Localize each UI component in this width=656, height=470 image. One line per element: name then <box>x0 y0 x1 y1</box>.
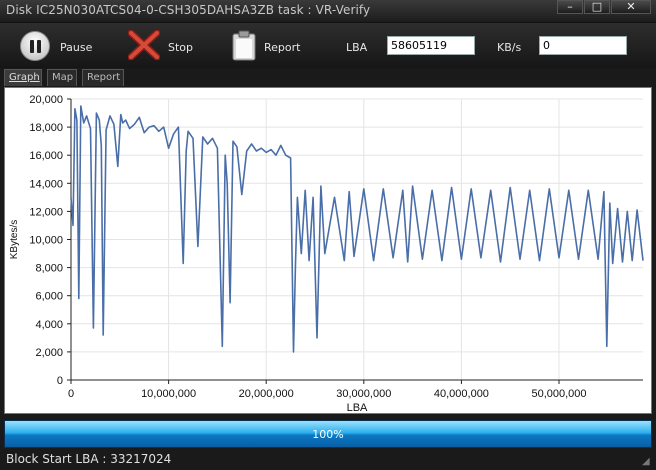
x-axis-label: LBA <box>347 402 368 413</box>
y-tick-label: 0 <box>57 375 63 387</box>
x-tick-label: 10,000,000 <box>141 388 196 400</box>
series-line <box>70 105 644 353</box>
y-tick-label: 4,000 <box>35 319 63 331</box>
y-tick-label: 2,000 <box>35 347 63 359</box>
lba-label: LBA <box>346 41 368 54</box>
x-tick-label: 30,000,000 <box>336 388 391 400</box>
pause-button-label[interactable]: Pause <box>60 41 92 54</box>
x-tick-label: 20,000,000 <box>239 388 294 400</box>
maximize-button[interactable]: □ <box>584 0 610 14</box>
minimize-button[interactable]: – <box>557 0 583 14</box>
y-tick-label: 16,000 <box>29 150 63 162</box>
progress-bar: 100% <box>4 420 652 448</box>
y-tick-label: 8,000 <box>35 263 63 275</box>
stop-button-label[interactable]: Stop <box>168 41 193 54</box>
tab-graph[interactable]: Graph <box>4 69 42 86</box>
x-tick-label: 50,000,000 <box>531 388 586 400</box>
y-tick-label: 14,000 <box>29 178 63 190</box>
y-tick-label: 12,000 <box>29 206 63 218</box>
y-tick-label: 20,000 <box>29 94 63 106</box>
lba-field[interactable]: 58605119 <box>387 36 475 55</box>
window-title: Disk IC25N030ATCS04-0-CSH305DAHSA3ZB tas… <box>6 3 371 17</box>
chart-panel: 0 2,000 4,000 6,000 8,000 10,000 12,000 14,000 1… <box>4 87 652 414</box>
status-text: Block Start LBA : 33217024 <box>6 452 172 466</box>
tab-map[interactable]: Map <box>47 69 77 86</box>
close-button[interactable]: ✕ <box>611 0 651 14</box>
kbs-field[interactable]: 0 <box>539 36 627 55</box>
x-tick-label: 0 <box>68 388 74 400</box>
y-tick-label: 10,000 <box>29 235 63 247</box>
resize-grip-icon[interactable]: ◢ <box>642 456 654 468</box>
pause-icon[interactable] <box>20 31 50 61</box>
speed-chart: 0 2,000 4,000 6,000 8,000 10,000 12,000 14,000 1… <box>9 94 644 413</box>
y-tick-label: 6,000 <box>35 291 63 303</box>
y-tick-label: 18,000 <box>29 122 63 134</box>
kbs-label: KB/s <box>497 41 522 54</box>
status-bar: Block Start LBA : 33217024 ◢ <box>0 450 656 470</box>
toolbar: Pause Stop Report LBA 58605119 KB/s 0 <box>0 22 656 68</box>
report-icon[interactable] <box>232 30 256 61</box>
progress-label: 100% <box>312 428 344 441</box>
tab-report[interactable]: Report <box>82 69 124 86</box>
stop-icon[interactable] <box>128 30 160 60</box>
x-tick-label: 40,000,000 <box>434 388 489 400</box>
y-axis-label: KBytes/s <box>9 220 20 259</box>
title-bar: Disk IC25N030ATCS04-0-CSH305DAHSA3ZB tas… <box>0 0 656 22</box>
report-button-label[interactable]: Report <box>264 41 300 54</box>
